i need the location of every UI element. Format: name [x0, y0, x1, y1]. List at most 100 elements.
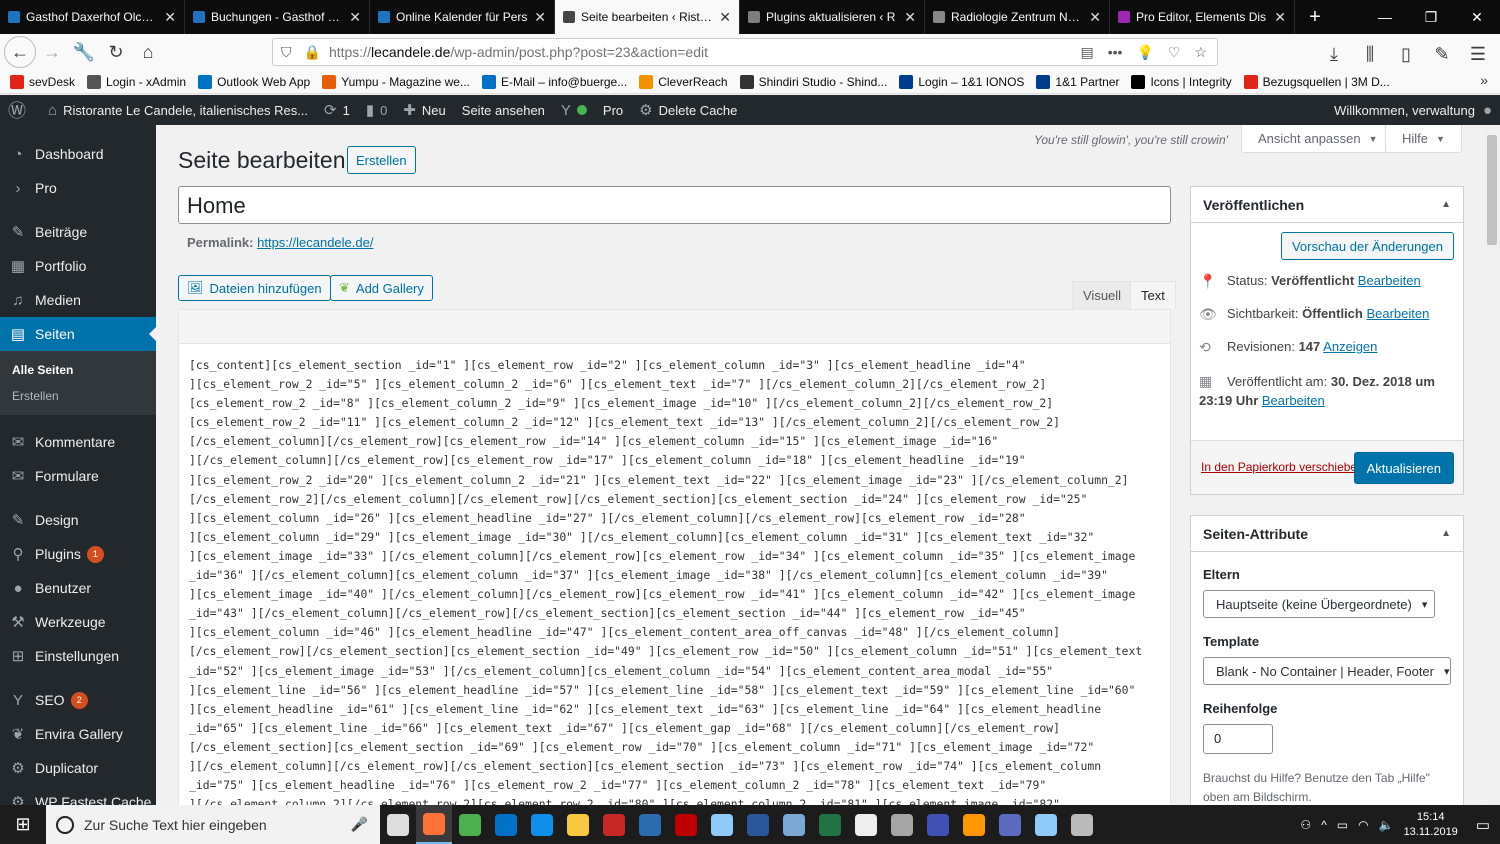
delete-cache-link[interactable]: ⚙ Delete Cache — [631, 95, 745, 125]
taskbar-app-app-img[interactable] — [992, 805, 1028, 844]
revisions-link[interactable]: Anzeigen — [1323, 339, 1377, 354]
taskbar-app-app-blue[interactable] — [632, 805, 668, 844]
bookmark-item[interactable]: sevDesk — [10, 74, 75, 89]
taskbar-app-app-paper[interactable] — [704, 805, 740, 844]
clock[interactable]: 15:14 13.11.2019 — [1404, 810, 1458, 840]
sidebar-item-formulare[interactable]: ✉ Formulare — [0, 459, 156, 493]
network-icon[interactable]: ◠ — [1358, 818, 1368, 832]
screen-options-button[interactable]: Ansicht anpassen ▼ — [1241, 125, 1395, 153]
sidebar-item-einstellungen[interactable]: ⊞ Einstellungen — [0, 639, 156, 673]
pro-link[interactable]: Pro — [595, 95, 631, 125]
close-tab-icon[interactable]: ✕ — [1089, 9, 1101, 26]
taskbar-app-outlook[interactable] — [488, 805, 524, 844]
windows-start-icon[interactable]: ⊞ — [0, 805, 46, 844]
people-icon[interactable]: ⚇ — [1300, 818, 1311, 832]
bookmark-item[interactable]: Outlook Web App — [198, 74, 310, 89]
taskbar-app-app-gear[interactable] — [1064, 805, 1100, 844]
content-editor[interactable]: [cs_content][cs_element_section _id="1" … — [178, 309, 1171, 809]
sidebar-item-portfolio[interactable]: ▦ Portfolio — [0, 249, 156, 283]
page-scrollbar[interactable] — [1484, 125, 1500, 805]
parent-select[interactable]: Hauptseite (keine Übergeordnete) ▾ — [1203, 590, 1435, 618]
taskbar-app-app-color[interactable] — [920, 805, 956, 844]
sidebar-item-medien[interactable]: ♫ Medien — [0, 283, 156, 317]
eyedropper-icon[interactable]: ✎ — [1426, 38, 1458, 70]
add-gallery-button[interactable]: ❦ Add Gallery — [330, 275, 433, 301]
sidebar-item-beitr-ge[interactable]: ✎ Beiträge — [0, 215, 156, 249]
sidebar-item-pro[interactable]: › Pro — [0, 171, 156, 205]
bookmark-item[interactable]: Login – 1&1 IONOS — [899, 74, 1024, 89]
taskbar-app-app-red[interactable] — [596, 805, 632, 844]
browser-tab[interactable]: Gasthof Daxerhof Olching - ✕ — [0, 0, 185, 34]
download-icon[interactable]: ⤓ — [1318, 38, 1350, 70]
browser-tab[interactable]: Buchungen - Gasthof Daxerh ✕ — [185, 0, 370, 34]
permalink-url[interactable]: https://lecandele.de/ — [257, 235, 373, 250]
taskbar-app-task-view[interactable] — [380, 805, 416, 844]
taskbar-app-firefox[interactable] — [416, 805, 452, 844]
close-tab-icon[interactable]: ✕ — [534, 9, 546, 26]
sidebar-item-benutzer[interactable]: ● Benutzer — [0, 571, 156, 605]
home-icon[interactable]: ⌂ — [132, 36, 164, 68]
taskbar-app-word[interactable] — [740, 805, 776, 844]
close-tab-icon[interactable]: ✕ — [904, 9, 916, 26]
new-tab-button[interactable]: + — [1295, 0, 1335, 34]
taskbar-search[interactable]: Zur Suche Text hier eingeben 🎤 — [46, 805, 380, 844]
lightbulb-icon[interactable]: 💡 — [1136, 44, 1153, 61]
tab-text[interactable]: Text — [1130, 281, 1176, 309]
add-new-button[interactable]: Erstellen — [347, 146, 416, 174]
url-bar[interactable]: ⛉ 🔒 https://lecandele.de/wp-admin/post.p… — [272, 38, 1218, 66]
order-input[interactable]: 0 — [1203, 724, 1273, 754]
post-title-input[interactable]: Home — [178, 186, 1171, 224]
comments-link[interactable]: ▮ 0 — [358, 95, 396, 125]
sidebar-item-design[interactable]: ✎ Design — [0, 503, 156, 537]
preview-changes-button[interactable]: Vorschau der Änderungen — [1280, 232, 1454, 260]
close-tab-icon[interactable]: ✕ — [719, 9, 731, 26]
status-edit-link[interactable]: Bearbeiten — [1358, 273, 1421, 288]
submenu-new-page[interactable]: Erstellen — [0, 383, 156, 409]
microphone-icon[interactable]: 🎤 — [351, 816, 368, 833]
view-page-link[interactable]: Seite ansehen — [454, 95, 553, 125]
sidebar-item-seiten[interactable]: ▤ Seiten — [0, 317, 156, 351]
taskbar-app-app-tree[interactable] — [884, 805, 920, 844]
page-attributes-header[interactable]: Seiten-Attribute ▲ — [1191, 516, 1463, 552]
bookmark-item[interactable]: E-Mail – info@buerge... — [481, 74, 627, 89]
visibility-edit-link[interactable]: Bearbeiten — [1366, 306, 1429, 321]
wp-logo-icon[interactable]: Ⓦ — [0, 95, 40, 125]
sidebar-item-dashboard[interactable]: ◔ Dashboard — [0, 137, 156, 171]
restore-icon[interactable]: ❐ — [1408, 0, 1454, 34]
taskbar-app-filezilla[interactable] — [668, 805, 704, 844]
site-name-link[interactable]: ⌂ Ristorante Le Candele, italienisches Re… — [40, 95, 316, 125]
menu-icon[interactable]: ☰ — [1462, 38, 1494, 70]
taskbar-app-excel[interactable] — [812, 805, 848, 844]
sidebar-item-plugins[interactable]: ⚲ Plugins 1 — [0, 537, 156, 571]
published-edit-link[interactable]: Bearbeiten — [1262, 393, 1325, 408]
close-window-icon[interactable]: ✕ — [1454, 0, 1500, 34]
add-media-button[interactable]: 🖼 Dateien hinzufügen — [178, 275, 331, 301]
help-button[interactable]: Hilfe ▼ — [1385, 125, 1462, 153]
scrollbar-thumb[interactable] — [1487, 135, 1497, 245]
page-actions-icon[interactable]: ••• — [1108, 44, 1123, 61]
publish-box-header[interactable]: Veröffentlichen ▲ — [1191, 187, 1463, 223]
content-textarea[interactable]: [cs_content][cs_element_section _id="1" … — [179, 344, 1170, 808]
browser-tab[interactable]: Online Kalender für Pers ✕ — [370, 0, 555, 34]
pocket-icon[interactable]: ♡ — [1168, 44, 1181, 61]
close-tab-icon[interactable]: ✕ — [164, 9, 176, 26]
new-content-link[interactable]: ✚ Neu — [395, 95, 453, 125]
tools-icon[interactable]: 🔧 — [68, 36, 100, 68]
sidebar-item-duplicator[interactable]: ⚙ Duplicator — [0, 751, 156, 785]
taskbar-app-explorer[interactable] — [560, 805, 596, 844]
browser-tab[interactable]: Seite bearbeiten ‹ Ristorante ✕ — [555, 0, 740, 34]
sidebar-item-werkzeuge[interactable]: ⚒ Werkzeuge — [0, 605, 156, 639]
browser-tab[interactable]: Pro Editor, Elements Dis ✕ — [1110, 0, 1295, 34]
yoast-menu[interactable]: Y — [553, 95, 595, 125]
close-tab-icon[interactable]: ✕ — [349, 9, 361, 26]
sidebar-toggle-icon[interactable]: ▯ — [1390, 38, 1422, 70]
bookmark-item[interactable]: Yumpu - Magazine we... — [322, 74, 470, 89]
library-icon[interactable]: ⫼ — [1354, 38, 1386, 70]
back-icon[interactable]: ← — [4, 36, 36, 68]
sidebar-item-seo[interactable]: Y SEO 2 — [0, 683, 156, 717]
template-select[interactable]: Blank - No Container | Header, Footer ▾ — [1203, 657, 1451, 685]
close-tab-icon[interactable]: ✕ — [1274, 9, 1286, 26]
tray-chevron-icon[interactable]: ^ — [1321, 818, 1327, 832]
taskbar-app-app-cloud[interactable] — [1028, 805, 1064, 844]
taskbar-app-calculator[interactable] — [848, 805, 884, 844]
